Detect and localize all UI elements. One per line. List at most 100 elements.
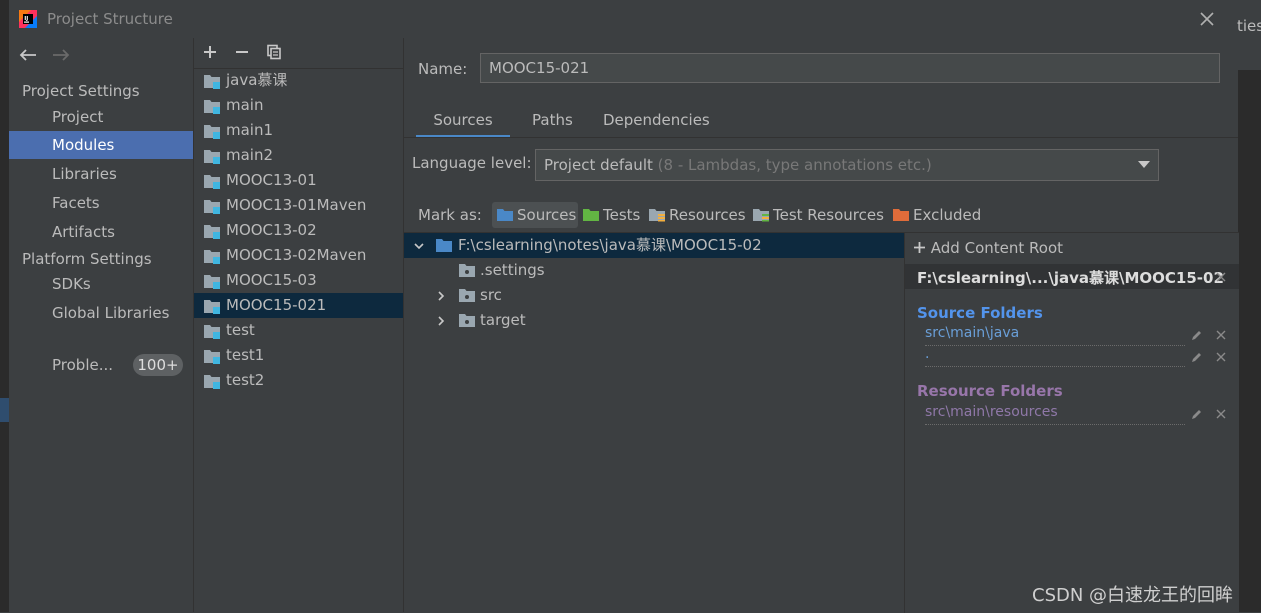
- module-folder-icon: [203, 348, 221, 364]
- module-folder-icon: [203, 298, 221, 314]
- background-ide-marker: [0, 398, 9, 422]
- module-details-panel: Name: Sources Paths Dependencies Languag…: [403, 38, 1239, 613]
- excluded-folder-icon: [892, 208, 910, 222]
- title-bar: IJ Project Structure: [9, 0, 1237, 38]
- language-level-select[interactable]: Project default (8 - Lambdas, type annot…: [535, 149, 1159, 181]
- module-row[interactable]: MOOC13-02: [194, 218, 404, 243]
- tab-sources[interactable]: Sources: [416, 102, 510, 138]
- module-row-selected[interactable]: MOOC15-021: [194, 293, 404, 318]
- tree-row[interactable]: .settings: [404, 258, 904, 283]
- add-content-root-button[interactable]: Add Content Root: [913, 239, 1063, 257]
- module-folder-icon: [203, 373, 221, 389]
- platform-settings-header: Platform Settings: [22, 250, 152, 268]
- chevron-right-icon[interactable]: [436, 291, 446, 301]
- module-list-panel: java慕课 main main1 main2 MOOC13-01 MOOC13…: [193, 38, 404, 612]
- nav-item-sdks[interactable]: SDKs: [9, 270, 193, 298]
- forward-arrow-icon[interactable]: [52, 48, 70, 62]
- module-row[interactable]: MOOC13-01: [194, 168, 404, 193]
- source-folder-entry[interactable]: .: [925, 346, 1185, 367]
- chevron-down-icon[interactable]: [1138, 161, 1150, 169]
- module-folder-icon: [203, 123, 221, 139]
- nav-item-facets[interactable]: Facets: [9, 189, 193, 217]
- module-folder-icon: [203, 148, 221, 164]
- tests-folder-icon: [582, 208, 600, 222]
- module-list-toolbar: [194, 38, 404, 69]
- module-folder-icon: [203, 323, 221, 339]
- mark-excluded-button[interactable]: Excluded: [888, 202, 984, 228]
- window-title: Project Structure: [47, 10, 173, 28]
- chevron-down-icon[interactable]: [414, 241, 424, 251]
- name-label: Name:: [418, 60, 468, 78]
- tab-paths[interactable]: Paths: [532, 102, 573, 138]
- nav-item-modules[interactable]: Modules: [9, 131, 193, 159]
- mark-sources-button[interactable]: Sources: [492, 202, 578, 228]
- background-ide-right-top: [1237, 0, 1261, 70]
- background-ide-right: [1237, 0, 1261, 612]
- module-row[interactable]: MOOC15-03: [194, 268, 404, 293]
- remove-module-icon[interactable]: [234, 44, 250, 60]
- module-row[interactable]: main2: [194, 143, 404, 168]
- nav-item-artifacts[interactable]: Artifacts: [9, 218, 193, 246]
- module-row[interactable]: MOOC13-01Maven: [194, 193, 404, 218]
- resources-folder-icon: [648, 208, 666, 222]
- mark-tests-button[interactable]: Tests: [578, 202, 644, 228]
- module-folder-icon: [203, 273, 221, 289]
- resource-folder-entry[interactable]: src\main\resources: [925, 404, 1185, 425]
- edit-icon[interactable]: [1191, 351, 1203, 363]
- module-folder-icon: [203, 248, 221, 264]
- module-row[interactable]: MOOC13-02Maven: [194, 243, 404, 268]
- settings-navigation: Project Settings Project Modules Librari…: [9, 38, 193, 612]
- module-row[interactable]: main1: [194, 118, 404, 143]
- chevron-right-icon[interactable]: [436, 316, 446, 326]
- add-module-icon[interactable]: [202, 44, 218, 60]
- module-folder-icon: [203, 98, 221, 114]
- nav-item-project[interactable]: Project: [9, 103, 193, 131]
- module-folder-icon: [203, 198, 221, 214]
- back-arrow-icon[interactable]: [19, 48, 37, 62]
- module-row[interactable]: test1: [194, 343, 404, 368]
- problems-count-badge: 100+: [133, 354, 183, 376]
- module-row[interactable]: java慕课: [194, 68, 404, 93]
- edit-icon[interactable]: [1191, 408, 1203, 420]
- module-name-input[interactable]: [480, 53, 1220, 83]
- nav-item-libraries[interactable]: Libraries: [9, 160, 193, 188]
- resource-folders-title: Resource Folders: [917, 382, 1063, 400]
- tab-dependencies[interactable]: Dependencies: [603, 102, 710, 138]
- module-row[interactable]: main: [194, 93, 404, 118]
- module-row[interactable]: test2: [194, 368, 404, 393]
- test-resources-folder-icon: [752, 208, 770, 222]
- content-roots-panel: Add Content Root F:\cslearning\...\java慕…: [904, 232, 1239, 613]
- language-level-value: Project default: [544, 156, 653, 174]
- folder-icon: [458, 313, 476, 328]
- source-folders-title: Source Folders: [917, 304, 1043, 322]
- background-ide-text: ties: [1237, 17, 1261, 35]
- copy-module-icon[interactable]: [266, 44, 282, 60]
- folder-icon: [458, 263, 476, 278]
- project-settings-header: Project Settings: [22, 82, 140, 100]
- intellij-app-icon: IJ: [17, 8, 39, 30]
- csdn-watermark: CSDN @白速龙王的回眸: [1032, 585, 1234, 606]
- content-root-tree: F:\cslearning\notes\java慕课\MOOC15-02 .se…: [404, 232, 904, 613]
- mark-resources-button[interactable]: Resources: [644, 202, 748, 228]
- remove-folder-icon[interactable]: [1216, 352, 1226, 362]
- remove-folder-icon[interactable]: [1216, 330, 1226, 340]
- content-root-path: F:\cslearning\...\java慕课\MOOC15-02: [917, 269, 1224, 287]
- module-folder-icon: [203, 73, 221, 89]
- module-folder-icon: [203, 223, 221, 239]
- tree-row[interactable]: target: [404, 308, 904, 333]
- close-icon[interactable]: [1199, 11, 1215, 27]
- tab-divider: [404, 137, 1238, 138]
- tree-row-root[interactable]: F:\cslearning\notes\java慕课\MOOC15-02: [404, 233, 904, 258]
- nav-item-global-libraries[interactable]: Global Libraries: [9, 299, 193, 327]
- remove-folder-icon[interactable]: [1216, 409, 1226, 419]
- content-root-header: F:\cslearning\...\java慕课\MOOC15-02: [905, 264, 1239, 289]
- remove-root-icon[interactable]: [1216, 272, 1226, 282]
- mark-test-resources-button[interactable]: Test Resources: [748, 202, 888, 228]
- edit-icon[interactable]: [1191, 329, 1203, 341]
- source-folder-entry[interactable]: src\main\java: [925, 325, 1185, 346]
- language-level-hint: (8 - Lambdas, type annotations etc.): [657, 156, 932, 174]
- module-row[interactable]: test: [194, 318, 404, 343]
- tree-row[interactable]: src: [404, 283, 904, 308]
- svg-text:IJ: IJ: [24, 16, 28, 22]
- module-folder-icon: [203, 173, 221, 189]
